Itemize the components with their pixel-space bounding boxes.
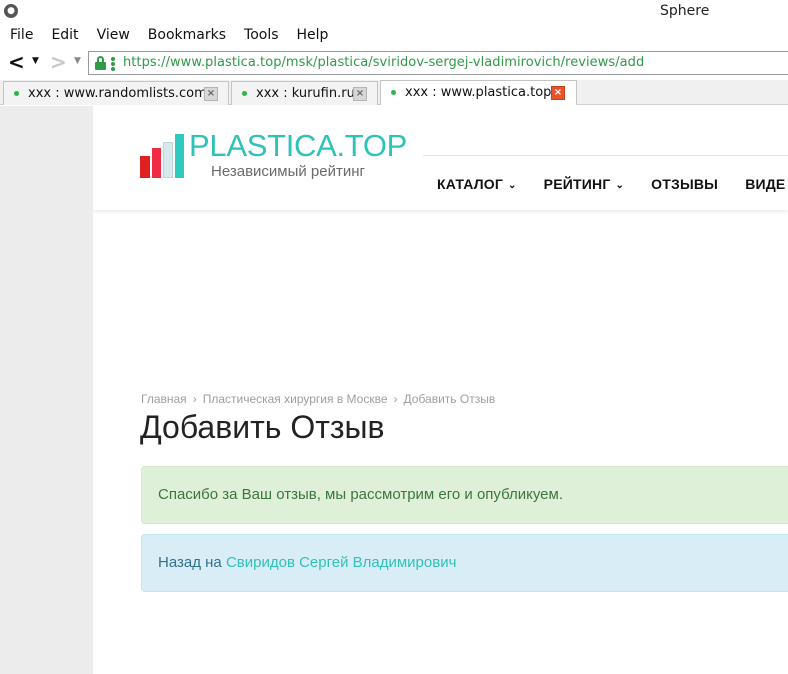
tab-kurufin[interactable]: xxx : kurufin.ru ×	[231, 81, 378, 105]
logo-chart-icon[interactable]	[140, 134, 186, 178]
info-alert: Назад на Свиридов Сергей Владимирович	[141, 534, 788, 592]
web-page: PLASTICA.TOP Независимый рейтинг КАТАЛОГ…	[93, 106, 788, 674]
lock-icon[interactable]	[95, 56, 106, 70]
breadcrumb: Главная › Пластическая хирургия в Москве › Д…	[141, 392, 495, 406]
site-tagline: Независимый рейтинг	[211, 163, 365, 180]
close-tab-icon[interactable]: ×	[204, 87, 218, 101]
breadcrumb-category[interactable]: Пластическая хирургия в Москве	[203, 392, 388, 406]
breadcrumb-current: Добавить Отзыв	[403, 392, 496, 406]
tab-label: xxx : www.plastica.top	[405, 85, 552, 100]
navigation-bar: < ▼ > ▼ https://www.plastica.top/msk/pla…	[0, 48, 788, 78]
info-prefix: Назад на	[158, 554, 222, 571]
chevron-down-icon: ⌄	[615, 180, 625, 191]
menu-file[interactable]: File	[8, 27, 35, 43]
tab-label: xxx : kurufin.ru	[256, 86, 355, 101]
menu-bookmarks[interactable]: Bookmarks	[146, 27, 228, 43]
page-info-icon[interactable]	[111, 57, 115, 71]
tab-status-dot-icon	[391, 90, 396, 95]
breadcrumb-separator: ›	[192, 392, 197, 406]
url-text[interactable]: https://www.plastica.top/msk/plastica/sv…	[123, 55, 644, 70]
nav-catalog-label: КАТАЛОГ	[437, 176, 503, 192]
chevron-down-icon: ⌄	[507, 180, 517, 191]
doctor-profile-link[interactable]: Свиридов Сергей Владимирович	[226, 554, 456, 571]
back-history-dropdown-icon[interactable]: ▼	[32, 56, 42, 68]
success-alert: Спасибо за Ваш отзыв, мы рассмотрим его …	[141, 466, 788, 524]
page-title: Добавить Отзыв	[140, 409, 385, 445]
sidebar-gutter	[0, 106, 93, 674]
nav-catalog[interactable]: КАТАЛОГ ⌄	[437, 176, 517, 192]
breadcrumb-home[interactable]: Главная	[141, 392, 187, 406]
site-header: PLASTICA.TOP Независимый рейтинг КАТАЛОГ…	[93, 106, 788, 210]
tab-status-dot-icon	[242, 91, 247, 96]
site-logo-text[interactable]: PLASTICA.TOP	[189, 128, 407, 164]
nav-rating-label: РЕЙТИНГ	[543, 176, 611, 192]
menu-bar: File Edit View Bookmarks Tools Help	[0, 23, 788, 47]
tab-plastica[interactable]: xxx : www.plastica.top ×	[380, 80, 577, 105]
menu-edit[interactable]: Edit	[49, 27, 80, 43]
address-bar[interactable]: https://www.plastica.top/msk/plastica/sv…	[88, 51, 788, 75]
window-title: Sphere	[660, 3, 710, 19]
close-tab-icon[interactable]: ×	[551, 86, 565, 100]
header-divider	[423, 155, 788, 156]
menu-view[interactable]: View	[95, 27, 132, 43]
breadcrumb-separator: ›	[393, 392, 398, 406]
tab-status-dot-icon	[14, 91, 19, 96]
menu-tools[interactable]: Tools	[242, 27, 281, 43]
success-message: Спасибо за Ваш отзыв, мы рассмотрим его …	[158, 486, 564, 503]
tab-label: xxx : www.randomlists.com	[28, 86, 207, 101]
back-button[interactable]: <	[8, 52, 30, 74]
app-logo-icon: ●	[4, 4, 18, 18]
close-tab-icon[interactable]: ×	[353, 87, 367, 101]
forward-history-dropdown-icon[interactable]: ▼	[74, 56, 84, 68]
title-bar: ● Sphere	[0, 0, 788, 23]
forward-button[interactable]: >	[50, 52, 72, 74]
nav-video[interactable]: ВИДЕ	[745, 176, 785, 192]
tab-randomlists[interactable]: xxx : www.randomlists.com ×	[3, 81, 229, 105]
nav-reviews[interactable]: ОТЗЫВЫ	[651, 176, 718, 192]
tab-bar: xxx : www.randomlists.com × xxx : kurufi…	[0, 80, 788, 105]
main-nav: КАТАЛОГ ⌄ РЕЙТИНГ ⌄ ОТЗЫВЫ ВИДЕ	[437, 174, 788, 194]
menu-help[interactable]: Help	[295, 27, 331, 43]
nav-rating[interactable]: РЕЙТИНГ ⌄	[544, 176, 624, 192]
